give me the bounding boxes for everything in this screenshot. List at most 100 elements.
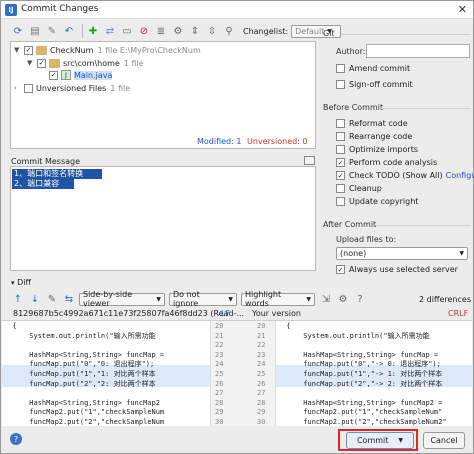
chevron-down-icon: ▼ (156, 295, 161, 303)
help-icon[interactable]: ? (353, 292, 367, 306)
reformat-option[interactable]: Reformat code (336, 119, 408, 128)
checkbox-package[interactable]: ✓ (37, 58, 46, 68)
chevron-down-icon: ▼ (228, 295, 233, 303)
title-bar: IJ Commit Changes ✕ (1, 1, 473, 19)
refresh-icon[interactable]: ⟳ (11, 24, 25, 38)
tree-row-package[interactable]: ▼ ✓ src\com\home 1 file (27, 57, 144, 69)
analysis-checkbox[interactable]: ✓ (336, 158, 345, 167)
checkbox-unversioned[interactable] (24, 83, 33, 93)
rearrange-checkbox[interactable] (336, 132, 345, 141)
check-todo-option[interactable]: ✓ Check TODO (Show All)Configure (336, 171, 474, 180)
modified-count: Modified: 1 (197, 137, 242, 146)
shelve-icon[interactable]: ▭ (120, 24, 134, 38)
filter-icon[interactable]: ⚲ (222, 24, 236, 38)
amend-commit-option[interactable]: Amend commit (336, 64, 410, 73)
chevron-down-icon[interactable]: ▼ (14, 46, 22, 54)
left-code-line: funcMap2.put("2","checkSampleNum (4, 418, 165, 426)
java-file-icon: J (61, 70, 71, 80)
optimize-checkbox[interactable] (336, 145, 345, 154)
always-use-checkbox[interactable]: ✓ (336, 265, 345, 274)
optimize-label: Optimize imports (349, 145, 418, 154)
dialog-footer: ? Commit ▼ Cancel (1, 429, 473, 453)
changes-tree: ▼ ✓ CheckNum 1 file E:\MyPro\CheckNum ▼ … (10, 41, 316, 149)
cleanup-option[interactable]: Cleanup (336, 184, 382, 193)
left-line-number: 30 (215, 418, 224, 426)
checkbox-checknum[interactable]: ✓ (24, 45, 33, 55)
tree-meta-package: 1 file (123, 58, 144, 68)
prev-diff-icon[interactable]: ↑ (11, 292, 25, 306)
window-title: Commit Changes (21, 4, 99, 14)
copyright-option[interactable]: Update copyright (336, 197, 418, 206)
move-icon[interactable]: ⇄ (103, 24, 117, 38)
commit-message-line-2: 2、端口兼容 (12, 179, 74, 189)
chevron-down-icon[interactable]: ▼ (27, 59, 35, 67)
chevron-down-icon: ▼ (459, 250, 464, 257)
diff-toolbar: ↑ ↓ ✎ ⇆ Side-by-side viewer ▼ Do not igno… (11, 290, 471, 308)
chevron-right-icon[interactable]: › (14, 84, 22, 92)
divider (381, 108, 471, 109)
checkbox-main-java[interactable]: ✓ (49, 70, 58, 80)
message-history-icon[interactable] (304, 156, 315, 165)
tree-row-checknum[interactable]: ▼ ✓ CheckNum 1 file E:\MyPro\CheckNum (14, 44, 201, 56)
upload-server-value: (none) (340, 249, 367, 258)
sign-off-checkbox[interactable] (336, 80, 345, 89)
diff-viewer[interactable]: { System.out.println("输入所需功能 HashMap<Str… (2, 320, 472, 426)
configure-link[interactable]: Configure (446, 171, 474, 180)
viewer-value: Side-by-side viewer (83, 290, 133, 308)
intellij-app-icon: IJ (5, 4, 17, 16)
sign-off-label: Sign-off commit (349, 80, 413, 89)
diff-settings-icon[interactable]: ⚙ (336, 292, 350, 306)
settings-icon[interactable]: ⚙ (171, 24, 185, 38)
viewer-select[interactable]: Side-by-side viewer ▼ (79, 290, 165, 308)
tree-row-unversioned[interactable]: › Unversioned Files 1 file (14, 82, 130, 94)
commit-message-input[interactable]: 1、端口和签名转换 2、端口兼容 (10, 166, 316, 271)
right-line-separator: CRLF (448, 309, 469, 318)
edit-source-icon[interactable]: ✎ (45, 292, 59, 306)
tree-row-main-java[interactable]: ✓ J Main.java (49, 69, 113, 81)
expand-icon[interactable]: ⇕ (188, 24, 202, 38)
ignore-select[interactable]: Do not ignore ▼ (169, 290, 237, 308)
amend-checkbox[interactable] (336, 64, 345, 73)
commit-button[interactable]: Commit ▼ (346, 432, 414, 449)
after-commit-label: After Commit (323, 220, 377, 229)
upload-label: Upload files to: (336, 235, 397, 244)
rearrange-option[interactable]: Rearrange code (336, 132, 412, 141)
ignore-icon[interactable]: ⊘ (137, 24, 151, 38)
upload-server-select[interactable]: (none) ▼ (336, 247, 468, 260)
edit-icon[interactable]: ✎ (45, 24, 59, 38)
revert-icon[interactable]: ↶ (62, 24, 76, 38)
add-icon[interactable]: ✚ (86, 24, 100, 38)
divider (341, 34, 471, 35)
chevron-down-icon[interactable]: ▼ (398, 437, 403, 444)
rearrange-label: Rearrange code (349, 132, 413, 141)
compare-icon[interactable]: ⇆ (62, 292, 76, 306)
diff-section-header[interactable]: ▾ Diff (11, 278, 31, 287)
analysis-option[interactable]: ✓ Perform code analysis (336, 158, 437, 167)
group-icon[interactable]: ≣ (154, 24, 168, 38)
folder-icon (49, 58, 60, 68)
author-input[interactable] (366, 44, 470, 58)
commit-button-label: Commit (356, 436, 389, 445)
tree-meta-unversioned: 1 file (110, 83, 131, 93)
check-todo-checkbox[interactable]: ✓ (336, 171, 345, 180)
highlight-select[interactable]: Highlight words ▼ (241, 290, 315, 308)
commit-changes-dialog: IJ Commit Changes ✕ ⟳ ▤ ✎ ↶ ✚ ⇄ ▭ ⊘ ≣ ⚙ … (0, 0, 474, 454)
copyright-checkbox[interactable] (336, 197, 345, 206)
sign-off-option[interactable]: Sign-off commit (336, 80, 413, 89)
cleanup-checkbox[interactable] (336, 184, 345, 193)
reformat-checkbox[interactable] (336, 119, 345, 128)
chevron-down-icon[interactable]: ▾ (11, 279, 15, 287)
close-icon[interactable]: ✕ (458, 3, 467, 16)
collapse-icon[interactable]: ⇳ (205, 24, 219, 38)
left-code-line: System.out.println("输入所需功能 (4, 331, 156, 340)
tree-label-main-java: Main.java (74, 70, 113, 80)
optimize-option[interactable]: Optimize imports (336, 145, 418, 154)
differences-count: 2 differences (419, 294, 471, 304)
help-button[interactable]: ? (10, 433, 22, 445)
cancel-button[interactable]: Cancel (423, 432, 465, 449)
diff-icon[interactable]: ▤ (28, 24, 42, 38)
collapse-unchanged-icon[interactable]: ⇲ (319, 292, 333, 306)
highlight-value: Highlight words (245, 290, 282, 308)
next-diff-icon[interactable]: ↓ (28, 292, 42, 306)
always-use-option[interactable]: ✓ Always use selected server (336, 265, 458, 274)
